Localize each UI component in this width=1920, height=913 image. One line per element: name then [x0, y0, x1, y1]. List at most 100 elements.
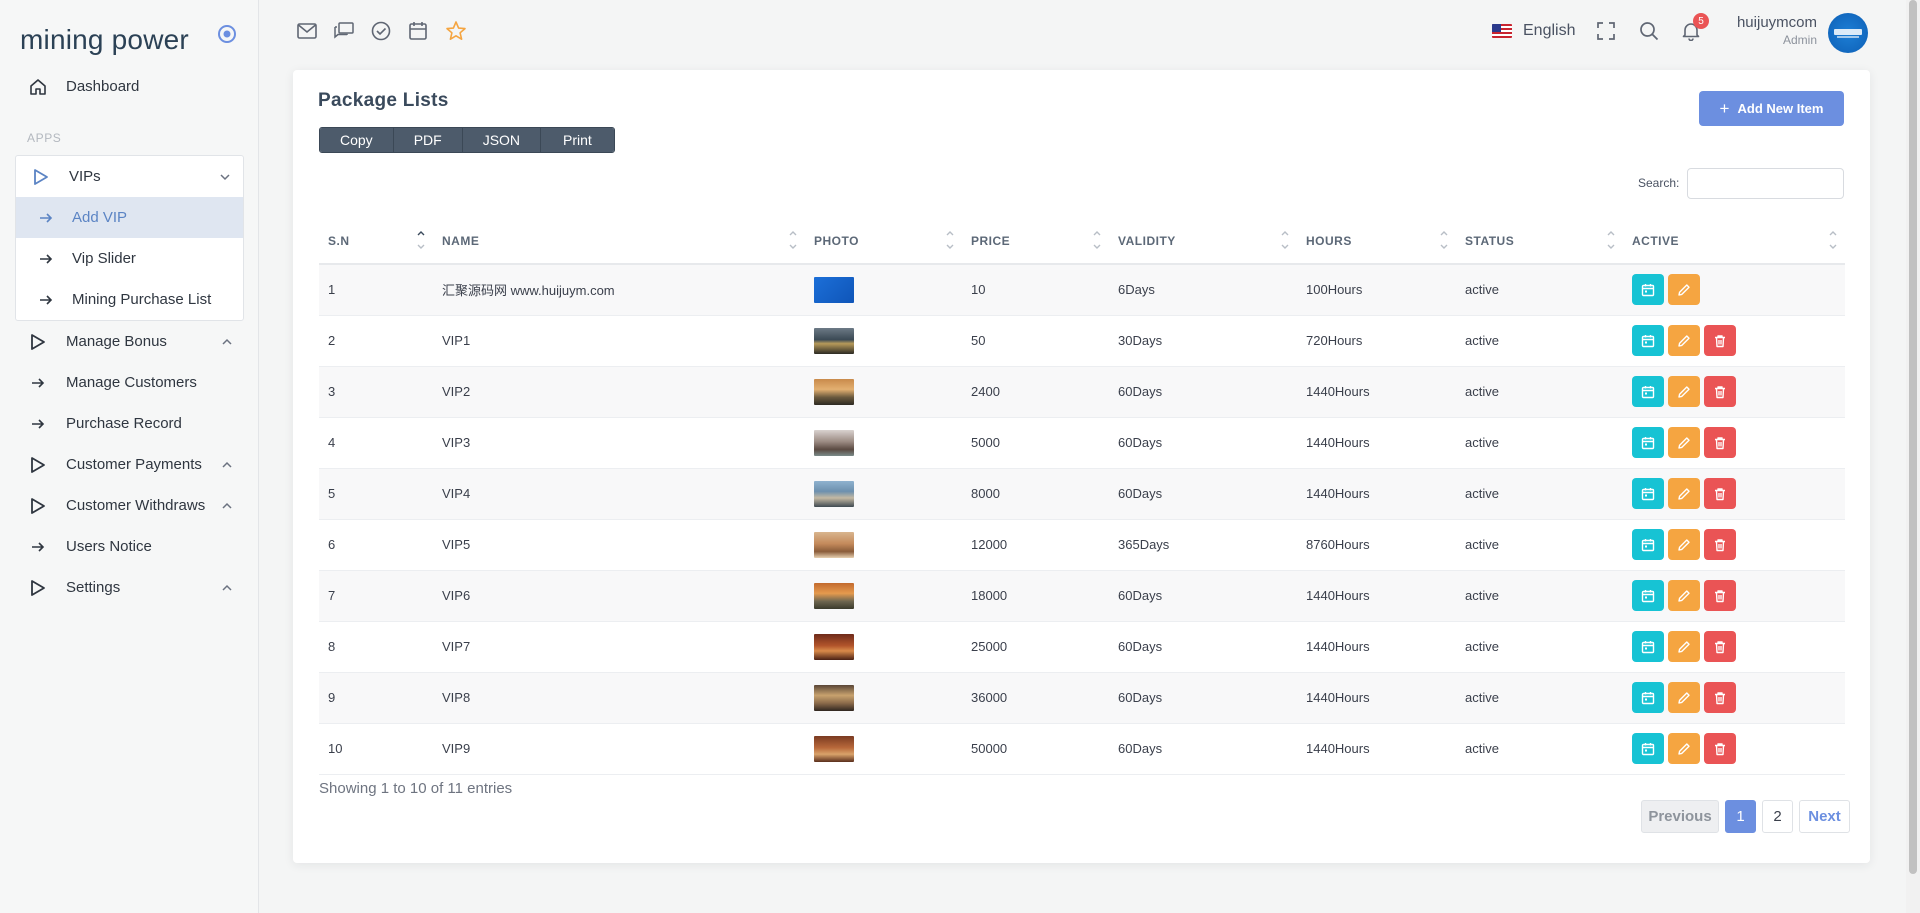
sidebar-item-dashboard[interactable]: Dashboard	[0, 66, 259, 107]
sort-arrows-icon	[1829, 230, 1837, 250]
cell-price: 8000	[962, 468, 1109, 520]
pdf-button[interactable]: PDF	[393, 128, 463, 152]
view-button[interactable]	[1632, 325, 1664, 356]
table-row: 10 VIP9 50000 60Days 1440Hours active	[319, 723, 1845, 775]
view-button[interactable]	[1632, 274, 1664, 306]
calendar-icon	[1641, 436, 1655, 450]
cell-hours: 1440Hours	[1297, 417, 1456, 469]
edit-button[interactable]	[1668, 427, 1700, 458]
table-row: 9 VIP8 36000 60Days 1440Hours active	[319, 672, 1845, 724]
delete-button[interactable]	[1704, 682, 1736, 713]
notification-badge: 5	[1693, 13, 1709, 29]
trash-icon	[1713, 691, 1727, 705]
delete-button[interactable]	[1704, 427, 1736, 458]
scrollbar-thumb[interactable]	[1909, 0, 1917, 874]
edit-button[interactable]	[1668, 580, 1700, 611]
sort-arrows-icon	[789, 230, 797, 250]
calendar-icon	[1641, 589, 1655, 603]
sidebar-item-purchase-record[interactable]: Purchase Record	[0, 403, 259, 444]
calendar-icon	[1641, 640, 1655, 654]
delete-button[interactable]	[1704, 631, 1736, 662]
view-button[interactable]	[1632, 733, 1664, 764]
delete-button[interactable]	[1704, 376, 1736, 407]
chevron-up-icon	[221, 335, 233, 347]
sidebar-subitem-label: Mining Purchase List	[72, 291, 212, 308]
language-selector[interactable]: English	[1492, 20, 1575, 42]
avatar[interactable]	[1828, 13, 1868, 53]
edit-button[interactable]	[1668, 733, 1700, 764]
cell-price: 12000	[962, 519, 1109, 571]
view-button[interactable]	[1632, 580, 1664, 611]
view-button[interactable]	[1632, 631, 1664, 662]
sidebar-item-manage-customers[interactable]: Manage Customers	[0, 362, 259, 403]
calendar-icon[interactable]	[407, 20, 429, 42]
sidebar-item-label: Manage Bonus	[66, 333, 167, 350]
previous-page-button[interactable]: Previous	[1641, 800, 1719, 833]
cell-actions	[1623, 723, 1845, 775]
delete-button[interactable]	[1704, 529, 1736, 560]
user-role: Admin	[1782, 33, 1817, 47]
sidebar-item-settings[interactable]: Settings	[0, 567, 259, 608]
star-icon[interactable]	[445, 20, 467, 42]
table-row: 3 VIP2 2400 60Days 1440Hours active	[319, 366, 1845, 418]
json-button[interactable]: JSON	[462, 128, 542, 152]
trash-icon	[1713, 640, 1727, 654]
page-2-button[interactable]: 2	[1762, 800, 1793, 833]
edit-button[interactable]	[1668, 376, 1700, 407]
sidebar-pin-icon[interactable]	[216, 23, 238, 45]
view-button[interactable]	[1632, 427, 1664, 458]
fullscreen-icon[interactable]	[1595, 20, 1617, 42]
sidebar-subitem-add-vip[interactable]: Add VIP	[16, 197, 243, 238]
mail-icon[interactable]	[296, 20, 318, 42]
edit-button[interactable]	[1668, 325, 1700, 356]
chat-icon[interactable]	[333, 20, 355, 42]
search-icon[interactable]	[1638, 20, 1660, 42]
view-button[interactable]	[1632, 376, 1664, 407]
sidebar-subitem-vip-slider[interactable]: Vip Slider	[16, 238, 243, 279]
cell-price: 5000	[962, 417, 1109, 469]
column-header[interactable]: S.N	[319, 218, 433, 265]
column-header[interactable]: STATUS	[1456, 218, 1623, 265]
delete-button[interactable]	[1704, 580, 1736, 611]
view-button[interactable]	[1632, 478, 1664, 509]
column-header[interactable]: NAME	[433, 218, 805, 265]
add-new-item-button[interactable]: + Add New Item	[1699, 91, 1844, 126]
next-page-button[interactable]: Next	[1799, 800, 1850, 833]
delete-button[interactable]	[1704, 733, 1736, 764]
column-header[interactable]: HOURS	[1297, 218, 1456, 265]
sidebar-item-users-notice[interactable]: Users Notice	[0, 526, 259, 567]
column-header[interactable]: VALIDITY	[1109, 218, 1297, 265]
sort-arrows-icon	[1281, 230, 1289, 250]
check-circle-icon[interactable]	[370, 20, 392, 42]
sidebar-item-manage-bonus[interactable]: Manage Bonus	[0, 321, 259, 362]
delete-button[interactable]	[1704, 325, 1736, 356]
edit-button[interactable]	[1668, 529, 1700, 560]
edit-button[interactable]	[1668, 682, 1700, 713]
column-header[interactable]: ACTIVE	[1623, 218, 1845, 265]
calendar-icon	[1641, 385, 1655, 399]
search-input[interactable]	[1687, 168, 1844, 199]
copy-button[interactable]: Copy	[320, 128, 394, 152]
sidebar-item-customer-payments[interactable]: Customer Payments	[0, 444, 259, 485]
cell-status: active	[1456, 264, 1623, 316]
delete-button[interactable]	[1704, 478, 1736, 509]
view-button[interactable]	[1632, 529, 1664, 560]
edit-button[interactable]	[1668, 631, 1700, 662]
page-scrollbar[interactable]	[1906, 0, 1920, 913]
cell-sn: 3	[319, 366, 433, 418]
column-header[interactable]: PHOTO	[805, 218, 962, 265]
column-header[interactable]: PRICE	[962, 218, 1109, 265]
page-1-button[interactable]: 1	[1725, 800, 1756, 833]
print-button[interactable]: Print	[541, 128, 614, 152]
pagination: Previous 1 2 Next	[1641, 800, 1850, 833]
package-photo	[814, 735, 854, 762]
cell-validity: 60Days	[1109, 468, 1297, 520]
edit-button[interactable]	[1668, 478, 1700, 509]
sidebar-item-customer-withdraws[interactable]: Customer Withdraws	[0, 485, 259, 526]
sidebar-item-vips[interactable]: VIPs	[16, 156, 243, 197]
pencil-icon	[1677, 691, 1691, 705]
arrow-right-icon	[38, 210, 54, 226]
sidebar-subitem-mining-purchase-list[interactable]: Mining Purchase List	[16, 279, 243, 320]
edit-button[interactable]	[1668, 274, 1700, 306]
view-button[interactable]	[1632, 682, 1664, 713]
